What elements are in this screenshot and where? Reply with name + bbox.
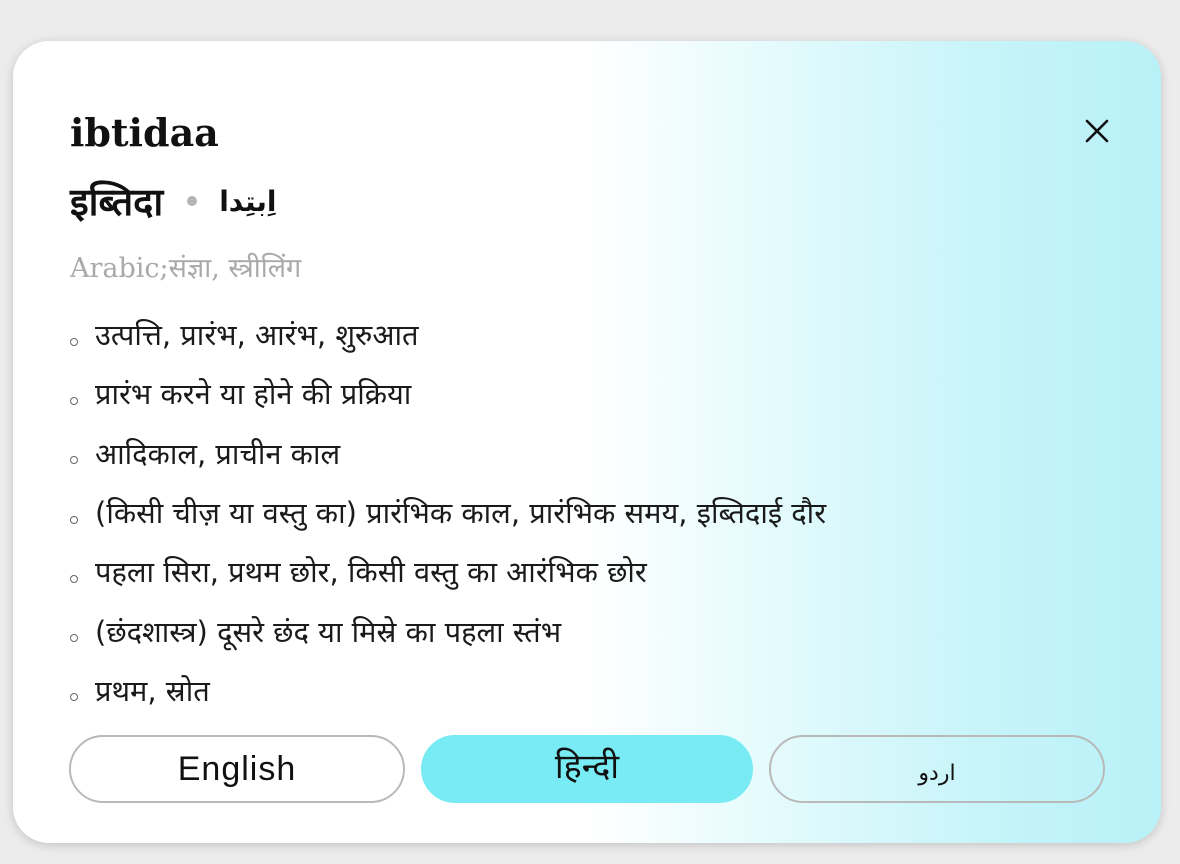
bullet-icon <box>70 574 78 583</box>
meaning-item: प्रथम, स्रोत <box>70 661 826 720</box>
bullet-icon <box>70 456 78 465</box>
meanings-list: उत्पत्ति, प्रारंभ, आरंभ, शुरुआत प्रारंभ … <box>70 305 826 720</box>
bullet-icon <box>70 337 78 346</box>
meaning-item: पहला सिरा, प्रथम छोर, किसी वस्तु का आरंभ… <box>70 542 826 601</box>
bullet-icon <box>70 396 78 405</box>
close-button[interactable] <box>1079 113 1115 149</box>
dot-separator <box>187 196 198 206</box>
word-title: ibtidaa <box>70 110 219 155</box>
meaning-text: (छंदशास्त्र) दूसरे छंद या मिस्रे का पहला… <box>95 614 562 649</box>
meaning-text: उत्पत्ति, प्रारंभ, आरंभ, शुरुआत <box>95 318 419 353</box>
meaning-text: आदिकाल, प्राचीन काल <box>95 436 341 471</box>
word-scripts: इब्तिदा اِبتِدا <box>70 173 277 229</box>
word-meaning-card: ibtidaa इब्तिदा اِبتِدا Arabic;संज्ञा, स… <box>13 41 1161 843</box>
hindi-word: इब्तिदा <box>70 180 164 224</box>
bullet-icon <box>70 515 78 524</box>
meaning-item: उत्पत्ति, प्रारंभ, आरंभ, शुरुआत <box>70 305 826 364</box>
language-button-english[interactable]: English <box>69 735 405 803</box>
meaning-item: (किसी चीज़ या वस्तु का) प्रारंभिक काल, प… <box>70 483 826 542</box>
bullet-icon <box>70 634 78 643</box>
bullet-icon <box>70 693 78 702</box>
meaning-text: प्रथम, स्रोत <box>95 673 210 708</box>
meaning-item: (छंदशास्त्र) दूसरे छंद या मिस्रे का पहला… <box>70 601 826 660</box>
word-origin-grammar: Arabic;संज्ञा, स्त्रीलिंग <box>70 253 302 284</box>
close-icon <box>1085 119 1109 143</box>
language-button-hindi[interactable]: हिन्दी <box>421 735 753 803</box>
urdu-word: اِبتِدا <box>219 184 277 218</box>
meaning-text: प्रारंभ करने या होने की प्रक्रिया <box>95 377 412 412</box>
language-switcher: English हिन्दी اردو <box>69 735 1105 803</box>
meaning-text: पहला सिरा, प्रथम छोर, किसी वस्तु का आरंभ… <box>95 555 647 590</box>
meaning-item: आदिकाल, प्राचीन काल <box>70 424 826 483</box>
meaning-item: प्रारंभ करने या होने की प्रक्रिया <box>70 364 826 423</box>
language-button-urdu[interactable]: اردو <box>769 735 1105 803</box>
meaning-text: (किसी चीज़ या वस्तु का) प्रारंभिक काल, प… <box>95 496 827 531</box>
